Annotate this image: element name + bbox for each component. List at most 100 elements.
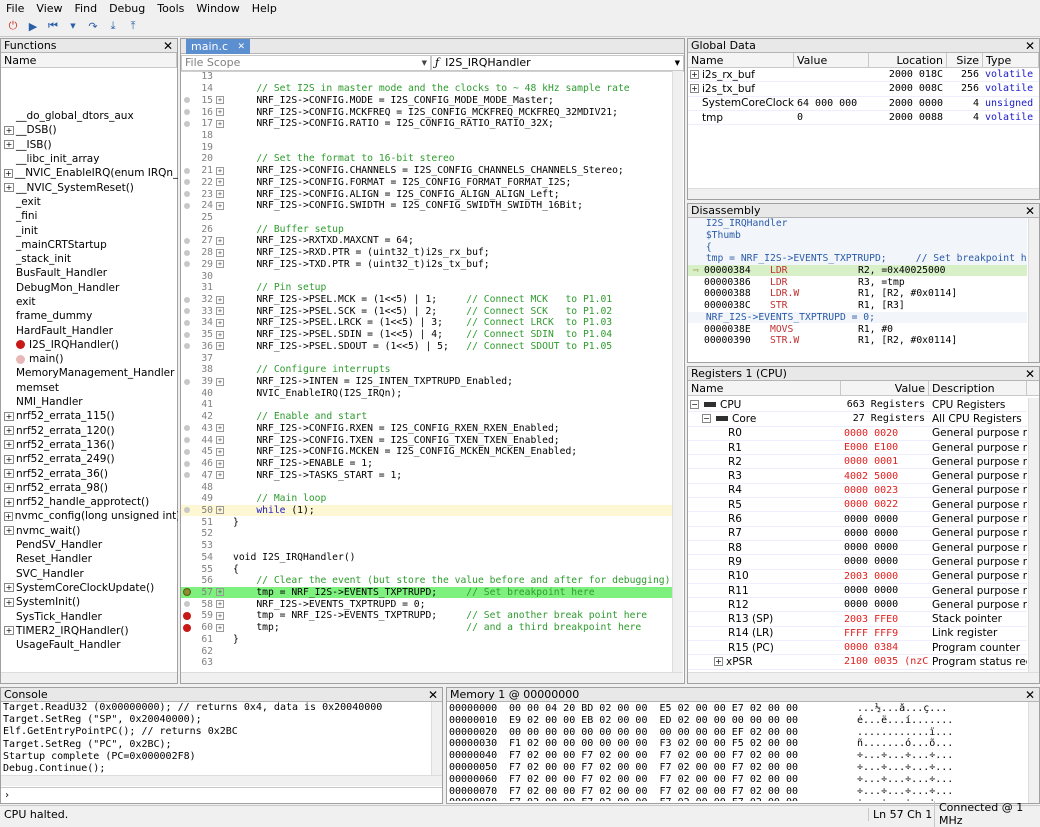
expand-icon[interactable]: + xyxy=(4,626,14,636)
function-item[interactable]: _init xyxy=(2,223,178,237)
function-item[interactable]: + __ISB() xyxy=(2,138,178,152)
function-item[interactable]: memset xyxy=(2,381,178,395)
close-icon[interactable]: ✕ xyxy=(1025,39,1039,53)
code-line[interactable]: 13 xyxy=(181,71,681,83)
expand-icon[interactable]: + xyxy=(216,600,224,609)
function-item[interactable]: _exit xyxy=(2,195,178,209)
expand-icon[interactable]: + xyxy=(690,84,699,94)
function-item[interactable]: + TIMER2_IRQHandler() xyxy=(2,624,178,638)
function-item[interactable]: + __NVIC_EnableIRQ(enum IRQn_Ty xyxy=(2,166,178,180)
expand-icon[interactable]: + xyxy=(4,125,14,135)
code-line[interactable]: 52 xyxy=(181,528,681,540)
code-line[interactable]: 20 // Set the format to 16-bit stereo xyxy=(181,153,681,165)
gutter[interactable] xyxy=(181,601,193,608)
col-name[interactable]: Name xyxy=(688,381,841,395)
memory-row[interactable]: 00000030 F1 02 00 00 00 00 00 00 F3 02 00… xyxy=(449,738,1027,750)
function-item[interactable]: PendSV_Handler xyxy=(2,538,178,552)
function-item[interactable]: + SystemCoreClockUpdate() xyxy=(2,581,178,595)
col-value[interactable]: Value xyxy=(841,381,929,395)
functions-hscrollbar[interactable] xyxy=(1,672,177,683)
register-row[interactable]: R10 2003 0000 General purpose regi xyxy=(688,570,1027,584)
disassembly-row[interactable]: tmp = NRF_I2S->EVENTS_TXPTRUPD; // Set b… xyxy=(688,253,1027,265)
gutter[interactable] xyxy=(181,308,193,315)
expand-icon[interactable]: − xyxy=(690,400,699,410)
function-item[interactable]: _mainCRTStartup xyxy=(2,238,178,252)
code-line[interactable]: 54 void I2S_IRQHandler() xyxy=(181,551,681,563)
step-into-icon[interactable]: ⤓ xyxy=(106,19,120,33)
code-line[interactable]: 51} xyxy=(181,516,681,528)
function-item[interactable]: _stack_init xyxy=(2,252,178,266)
expand-icon[interactable]: + xyxy=(216,377,224,386)
tab-main-c[interactable]: main.c ✕ xyxy=(186,39,250,54)
col-value[interactable]: Value xyxy=(794,53,869,67)
expand-icon[interactable]: + xyxy=(216,119,224,128)
function-item[interactable]: MemoryManagement_Handler xyxy=(2,366,178,380)
function-item[interactable]: frame_dummy xyxy=(2,309,178,323)
register-row[interactable]: − CPU 663 Registers CPU Registers xyxy=(688,398,1027,413)
step-out-icon[interactable]: ⤒ xyxy=(126,19,140,33)
register-row[interactable]: R7 0000 0000 General purpose regi xyxy=(688,527,1027,541)
code-line[interactable]: 35 + NRF_I2S->PSEL.SDIN = (1<<5) | 4; // … xyxy=(181,329,681,341)
expand-icon[interactable]: + xyxy=(4,526,14,536)
code-line[interactable]: 27 + NRF_I2S->RXTXD.MAXCNT = 64; xyxy=(181,235,681,247)
memory-row[interactable]: 00000060 F7 02 00 00 F7 02 00 00 F7 02 00… xyxy=(449,774,1027,786)
expand-icon[interactable]: + xyxy=(216,96,224,105)
expand-icon[interactable]: + xyxy=(4,411,14,421)
expand-icon[interactable]: + xyxy=(216,236,224,245)
disassembly-row[interactable]: 0000038E MOVS R1, #0 xyxy=(688,323,1027,335)
disassembly-row[interactable]: 0000038C STR R1, [R3] xyxy=(688,300,1027,312)
function-item[interactable]: SVC_Handler xyxy=(2,567,178,581)
code-line[interactable]: 47 + NRF_I2S->TASKS_START = 1; xyxy=(181,469,681,481)
editor-hscrollbar[interactable] xyxy=(181,672,683,683)
expand-icon[interactable]: + xyxy=(216,190,224,199)
function-item[interactable]: exit xyxy=(2,295,178,309)
close-icon[interactable]: ✕ xyxy=(1025,688,1039,702)
code-line[interactable]: 63 xyxy=(181,657,681,669)
register-row[interactable]: R8 0000 0000 General purpose regi xyxy=(688,541,1027,556)
code-line[interactable]: 61} xyxy=(181,634,681,646)
register-row[interactable]: R14 (LR) FFFF FFF9 Link register xyxy=(688,627,1027,642)
close-icon[interactable]: ✕ xyxy=(1025,367,1039,381)
gutter[interactable] xyxy=(181,425,193,432)
register-row[interactable]: R2 0000 0001 General purpose regi xyxy=(688,455,1027,470)
code-line[interactable]: 43 + NRF_I2S->CONFIG.RXEN = I2S_CONFIG_RX… xyxy=(181,423,681,435)
code-line[interactable]: 28 + NRF_I2S->RXD.PTR = (uint32_t)i2s_rx_… xyxy=(181,247,681,259)
console-input[interactable]: › xyxy=(1,787,442,803)
code-line[interactable]: 33 + NRF_I2S->PSEL.SCK = (1<<5) | 2; // C… xyxy=(181,305,681,317)
expand-icon[interactable]: + xyxy=(216,166,224,175)
expand-icon[interactable]: + xyxy=(216,424,224,433)
code-line[interactable]: 55 { xyxy=(181,563,681,575)
menu-file[interactable]: File xyxy=(0,2,30,15)
code-line[interactable]: 58 + NRF_I2S->EVENTS_TXPTRUPD = 0; xyxy=(181,598,681,610)
expand-icon[interactable]: + xyxy=(216,108,224,117)
gutter[interactable] xyxy=(181,343,193,350)
gutter[interactable] xyxy=(181,378,193,385)
code-line[interactable]: 24 + NRF_I2S->CONFIG.SWIDTH = I2S_CONFIG_… xyxy=(181,200,681,212)
expand-icon[interactable]: + xyxy=(4,597,14,607)
register-row[interactable]: R0 0000 0020 General purpose regi xyxy=(688,427,1027,441)
function-item[interactable]: + __NVIC_SystemReset() xyxy=(2,180,178,194)
function-item[interactable]: + nrf52_errata_36() xyxy=(2,466,178,480)
code-line[interactable]: 46 + NRF_I2S->ENABLE = 1; xyxy=(181,458,681,470)
disassembly-vscrollbar[interactable] xyxy=(1028,218,1039,362)
function-item[interactable]: _fini xyxy=(2,209,178,223)
code-line[interactable]: 29 + NRF_I2S->TXD.PTR = (uint32_t)i2s_tx_… xyxy=(181,259,681,271)
expand-icon[interactable]: + xyxy=(216,201,224,210)
function-item[interactable]: Reset_Handler xyxy=(2,552,178,566)
code-line[interactable]: 48 xyxy=(181,481,681,493)
global-row[interactable]: tmp 0 2000 0088 4 volatile xyxy=(688,111,1039,126)
gutter[interactable] xyxy=(181,237,193,244)
gutter[interactable] xyxy=(181,460,193,467)
menu-tools[interactable]: Tools xyxy=(151,2,190,15)
code-line[interactable]: 34 + NRF_I2S->PSEL.LRCK = (1<<5) | 3; // … xyxy=(181,317,681,329)
gutter[interactable] xyxy=(181,588,193,597)
gutter[interactable] xyxy=(181,179,193,186)
code-line[interactable]: 49 // Main loop xyxy=(181,493,681,505)
disassembly-row[interactable]: 00000388 LDR.W R1, [R2, #0x0114] xyxy=(688,288,1027,300)
code-line[interactable]: 30 xyxy=(181,270,681,282)
close-icon[interactable]: ✕ xyxy=(237,42,245,52)
expand-icon[interactable]: + xyxy=(216,178,224,187)
expand-icon[interactable]: + xyxy=(216,611,224,620)
gutter[interactable] xyxy=(181,623,193,632)
code-line[interactable]: 42 // Enable and start xyxy=(181,411,681,423)
